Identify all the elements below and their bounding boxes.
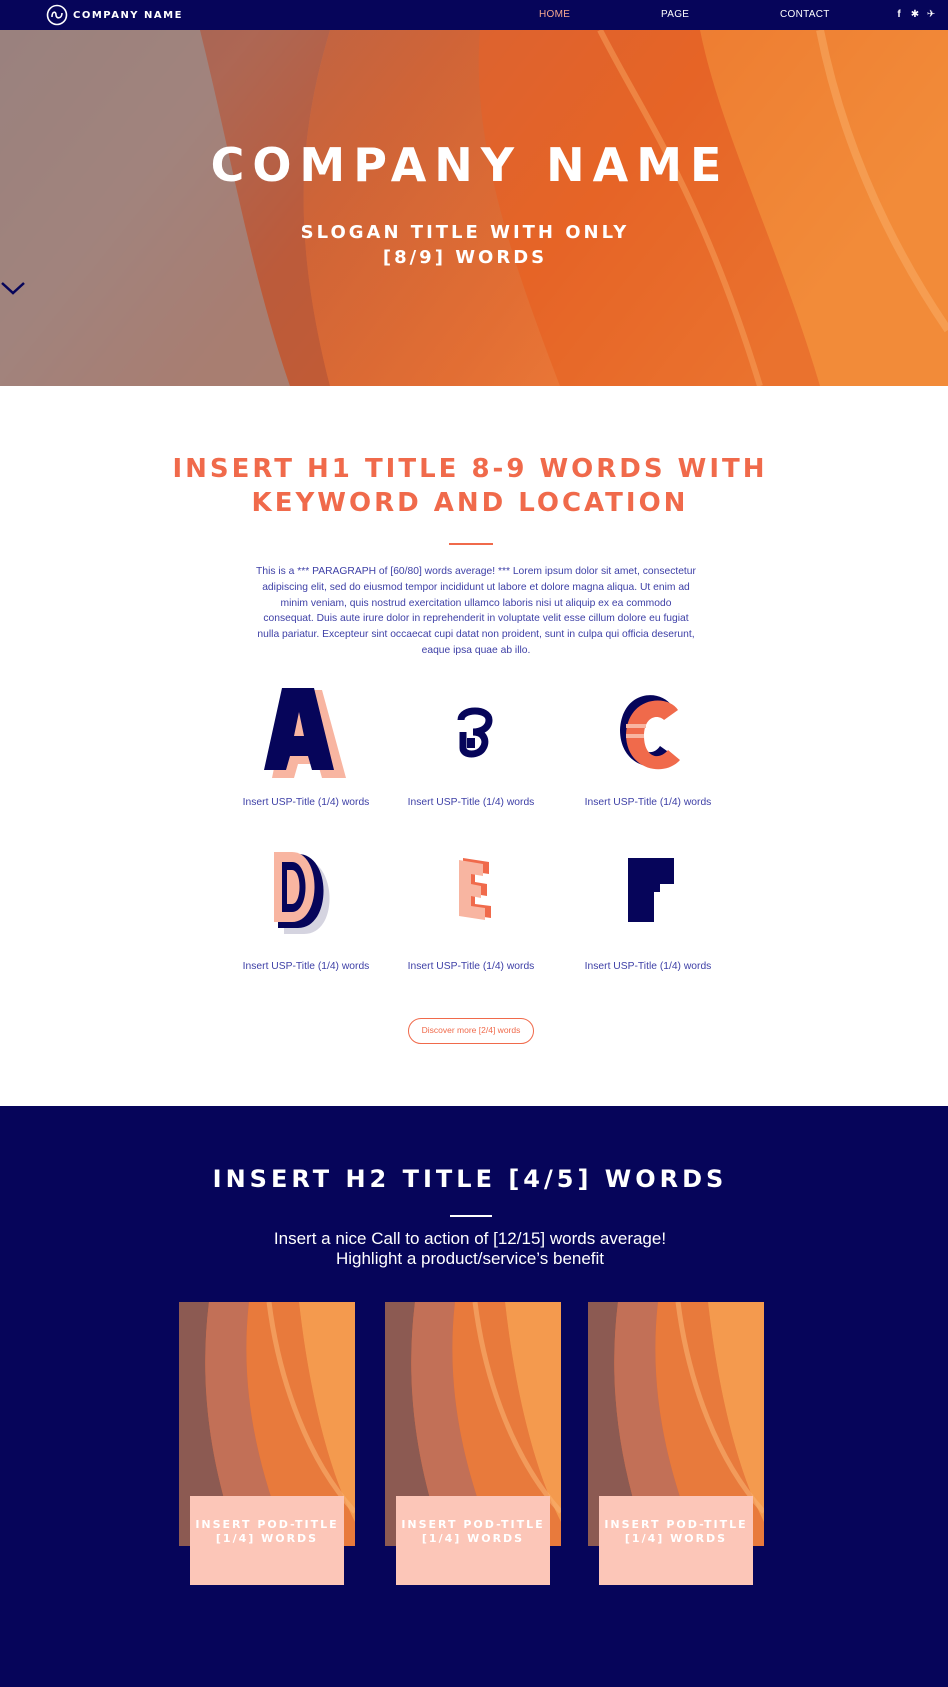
usp-item: Insert USP-Title (1/4) words [401, 850, 541, 972]
brand-logo[interactable]: COMPANY NAME [46, 4, 183, 26]
usp-item: Insert USP-Title (1/4) words [578, 686, 718, 808]
intro-h1-line2: KEYWORD AND LOCATION [251, 488, 689, 518]
usp-label: Insert USP-Title (1/4) words [407, 961, 535, 972]
discover-more-button[interactable]: Discover more [2/4] words [408, 1018, 534, 1044]
product-card-title[interactable]: INSERT POD-TITLE [1/4] WORDS [396, 1496, 550, 1585]
usp-item: Insert USP-Title (1/4) words [578, 850, 718, 972]
intro-paragraph: This is a *** PARAGRAPH of [60/80] words… [256, 566, 696, 656]
products-h2-title: INSERT H2 TITLE [4/5] WORDS [212, 1165, 728, 1193]
nav-home-link[interactable]: HOME [539, 9, 570, 20]
hero-title: COMPANY NAME [210, 138, 730, 192]
scroll-down-chevron-icon[interactable] [0, 280, 26, 296]
intro-divider [449, 543, 493, 545]
letter-b-icon [457, 707, 493, 758]
top-nav-bar: COMPANY NAME HOME PAGE CONTACT f ✱ ✈ [0, 0, 948, 30]
hero-slogan-line2: [8/9] WORDS [382, 247, 548, 268]
letter-d-icon [274, 852, 330, 934]
yelp-icon[interactable]: ✱ [910, 9, 920, 21]
usp-label: Insert USP-Title (1/4) words [407, 797, 535, 808]
usp-item: Insert USP-Title (1/4) words [236, 850, 376, 972]
products-cta: Insert a nice Call to action of [12/15] … [0, 1229, 940, 1269]
products-divider [450, 1215, 492, 1217]
usp-label: Insert USP-Title (1/4) words [242, 797, 370, 808]
nav-page-link[interactable]: PAGE [661, 9, 689, 20]
products-cta-line2: Highlight a product/service’s benefit [335, 1249, 605, 1268]
intro-h1-title: INSERT H1 TITLE 8-9 WORDS WITH KEYWORD A… [0, 452, 940, 520]
product-card-title[interactable]: INSERT POD-TITLE [1/4] WORDS [599, 1496, 753, 1585]
hero-canyon-image [0, 30, 948, 386]
usp-item: Insert USP-Title (1/4) words [236, 686, 376, 808]
intro-h1-line1: INSERT H1 TITLE 8-9 WORDS WITH [172, 454, 768, 484]
social-links: f ✱ ✈ [894, 9, 936, 21]
usp-item: Insert USP-Title (1/4) words [401, 686, 541, 808]
twitter-icon[interactable]: ✈ [926, 9, 936, 21]
letter-f-icon [628, 858, 674, 922]
hero-banner: COMPANY NAME SLOGAN TITLE WITH ONLY [8/9… [0, 30, 948, 386]
hero-slogan: SLOGAN TITLE WITH ONLY [8/9] WORDS [0, 220, 930, 270]
nav-contact-link[interactable]: CONTACT [780, 9, 830, 20]
brand-name: COMPANY NAME [73, 9, 183, 21]
usp-label: Insert USP-Title (1/4) words [584, 961, 712, 972]
letter-e-icon [459, 858, 491, 920]
letter-a-icon [264, 688, 346, 778]
products-cta-line1: Insert a nice Call to action of [12/15] … [273, 1229, 667, 1248]
usp-label: Insert USP-Title (1/4) words [242, 961, 370, 972]
usp-label: Insert USP-Title (1/4) words [584, 797, 712, 808]
letter-c-icon [620, 695, 680, 770]
facebook-icon[interactable]: f [894, 9, 904, 21]
product-card-title[interactable]: INSERT POD-TITLE [1/4] WORDS [190, 1496, 344, 1585]
hero-slogan-line1: SLOGAN TITLE WITH ONLY [300, 222, 630, 243]
logo-mark-icon [46, 4, 68, 26]
